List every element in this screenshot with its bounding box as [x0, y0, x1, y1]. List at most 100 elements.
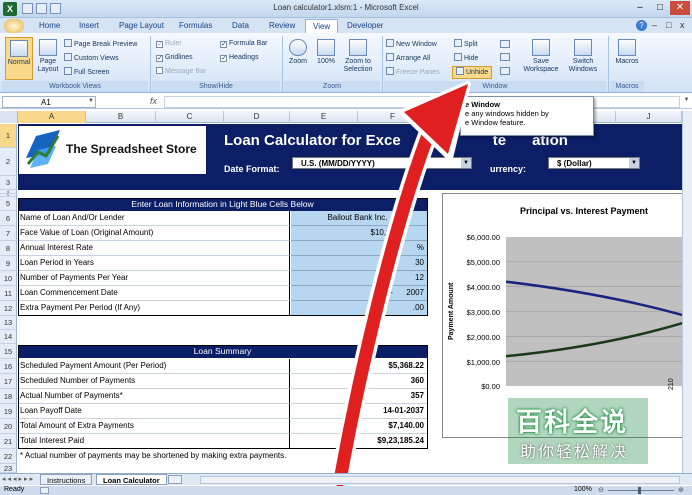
row-header[interactable]: 15: [0, 344, 17, 359]
column-header[interactable]: J: [616, 111, 682, 123]
zoom-100-button[interactable]: 100%: [313, 39, 339, 66]
summary-label-cell[interactable]: Loan Payoff Date: [18, 404, 290, 419]
column-header[interactable]: A: [18, 111, 86, 123]
zoom-in-icon[interactable]: ⊕: [678, 486, 684, 494]
row-header[interactable]: 10: [0, 271, 17, 286]
summary-label-cell[interactable]: Scheduled Number of Payments: [18, 374, 290, 389]
zoom-out-icon[interactable]: ⊖: [598, 486, 604, 494]
zoom-button[interactable]: Zoom: [286, 39, 310, 66]
tab-data[interactable]: Data: [225, 19, 256, 33]
name-box[interactable]: A1: [2, 96, 96, 108]
arrange-all-button[interactable]: Arrange All: [386, 53, 430, 64]
input-value-cell[interactable]: 14- 2007: [291, 286, 427, 301]
summary-label-cell[interactable]: Total Amount of Extra Payments: [18, 419, 290, 434]
row-header[interactable]: 20: [0, 419, 17, 434]
custom-views-button[interactable]: Custom Views: [64, 53, 119, 64]
column-header[interactable]: D: [224, 111, 290, 123]
normal-view-button[interactable]: Normal: [5, 37, 33, 80]
row-header[interactable]: 17: [0, 374, 17, 389]
summary-value-cell[interactable]: $7,140.00: [291, 419, 427, 434]
sheet-nav-arrows-icon[interactable]: ◂◂◂▸▸▸: [2, 475, 35, 483]
page-layout-view-button[interactable]: Page Layout: [34, 39, 62, 74]
summary-value-cell[interactable]: $5,368.22: [291, 359, 427, 374]
summary-label-cell[interactable]: Total Interest Paid: [18, 434, 290, 449]
maximize-icon[interactable]: □: [650, 1, 670, 15]
close-icon[interactable]: ✕: [670, 1, 690, 15]
switch-windows-button[interactable]: Switch Windows: [563, 39, 603, 74]
new-window-button[interactable]: New Window: [386, 39, 437, 50]
input-label-cell[interactable]: Name of Loan And/Or Lender: [18, 211, 290, 226]
date-format-dropdown[interactable]: U.S. (MM/DD/YYYY) ▼: [292, 157, 472, 169]
tab-review[interactable]: Review: [262, 19, 302, 33]
save-workspace-button[interactable]: Save Workspace: [520, 39, 562, 74]
tab-formulas[interactable]: Formulas: [172, 19, 219, 33]
insert-function-icon[interactable]: fx: [150, 96, 157, 106]
horizontal-scrollbar[interactable]: [200, 476, 680, 484]
row-header[interactable]: 1: [0, 124, 17, 148]
headings-checkbox[interactable]: ✓ Headings: [220, 53, 259, 63]
row-header[interactable]: 7: [0, 226, 17, 241]
tab-home[interactable]: Home: [32, 19, 67, 33]
office-button[interactable]: [4, 19, 24, 33]
zoom-level[interactable]: 100%: [574, 486, 592, 493]
view-side-by-side-icon[interactable]: [500, 40, 510, 48]
sheet-tab-instructions[interactable]: Instructions: [40, 474, 93, 485]
vertical-scrollbar[interactable]: [682, 111, 692, 473]
row-header[interactable]: 12: [0, 301, 17, 316]
expand-formula-icon[interactable]: ▼: [682, 97, 691, 107]
row-header[interactable]: 21: [0, 434, 17, 449]
row-header[interactable]: 22: [0, 449, 17, 464]
help-icon[interactable]: ?: [636, 20, 647, 31]
hide-button[interactable]: Hide: [454, 53, 478, 64]
column-header[interactable]: E: [290, 111, 358, 123]
tab-view[interactable]: View: [305, 19, 339, 33]
input-label-cell[interactable]: Loan Period in Years: [18, 256, 290, 271]
row-header[interactable]: 6: [0, 211, 17, 226]
row-header[interactable]: 13: [0, 316, 17, 330]
row-header[interactable]: 11: [0, 286, 17, 301]
split-button[interactable]: Split: [454, 39, 478, 50]
unhide-button[interactable]: Unhide: [452, 66, 493, 79]
zoom-to-selection-button[interactable]: Zoom to Selection: [340, 39, 376, 74]
ruler-checkbox[interactable]: ✓ Ruler: [156, 39, 182, 49]
column-header[interactable]: F: [358, 111, 428, 123]
tab-developer[interactable]: Developer: [340, 19, 390, 33]
row-header[interactable]: 3: [0, 176, 17, 190]
summary-value-cell[interactable]: $9,23,185.24: [291, 434, 427, 449]
row-header[interactable]: 16: [0, 359, 17, 374]
workbook-close-icon[interactable]: x: [680, 20, 685, 30]
input-value-cell[interactable]: .00: [291, 301, 427, 316]
sheet-tab-loan-calculator[interactable]: Loan Calculator: [96, 474, 167, 485]
summary-value-cell[interactable]: 360: [291, 374, 427, 389]
summary-value-cell[interactable]: 14-01-2037: [291, 404, 427, 419]
full-screen-button[interactable]: Full Screen: [64, 67, 109, 78]
tab-insert[interactable]: Insert: [72, 19, 106, 33]
page-break-preview-button[interactable]: Page Break Preview: [64, 39, 137, 50]
input-label-cell[interactable]: Number of Payments Per Year: [18, 271, 290, 286]
input-label-cell[interactable]: Extra Payment Per Period (If Any): [18, 301, 290, 316]
formula-bar-checkbox[interactable]: ✓ Formula Bar: [220, 39, 268, 49]
macros-button[interactable]: Macros: [612, 39, 642, 66]
input-label-cell[interactable]: Face Value of Loan (Original Amount): [18, 226, 290, 241]
input-value-cell[interactable]: $10,00: [291, 226, 427, 241]
insert-sheet-icon[interactable]: [168, 475, 182, 484]
row-header[interactable]: 14: [0, 330, 17, 344]
input-value-cell[interactable]: 12: [291, 271, 427, 286]
input-label-cell[interactable]: Loan Commencement Date: [18, 286, 290, 301]
summary-label-cell[interactable]: Actual Number of Payments*: [18, 389, 290, 404]
zoom-slider[interactable]: [608, 490, 674, 491]
row-header[interactable]: 18: [0, 389, 17, 404]
minimize-icon[interactable]: –: [630, 1, 650, 15]
row-header[interactable]: 19: [0, 404, 17, 419]
column-header[interactable]: C: [156, 111, 224, 123]
macro-record-icon[interactable]: [40, 487, 49, 494]
reset-position-icon[interactable]: [500, 67, 510, 75]
input-value-cell[interactable]: Bailout Bank Inc.: [291, 211, 427, 226]
input-value-cell[interactable]: %: [291, 241, 427, 256]
zoom-slider-thumb[interactable]: [638, 487, 641, 494]
gridlines-checkbox[interactable]: ✓ Gridlines: [156, 53, 193, 63]
formula-input[interactable]: [164, 96, 680, 108]
chevron-down-icon[interactable]: ▼: [88, 98, 94, 104]
ribbon-restore-icon[interactable]: □: [666, 20, 671, 30]
row-header[interactable]: 5: [0, 197, 17, 211]
